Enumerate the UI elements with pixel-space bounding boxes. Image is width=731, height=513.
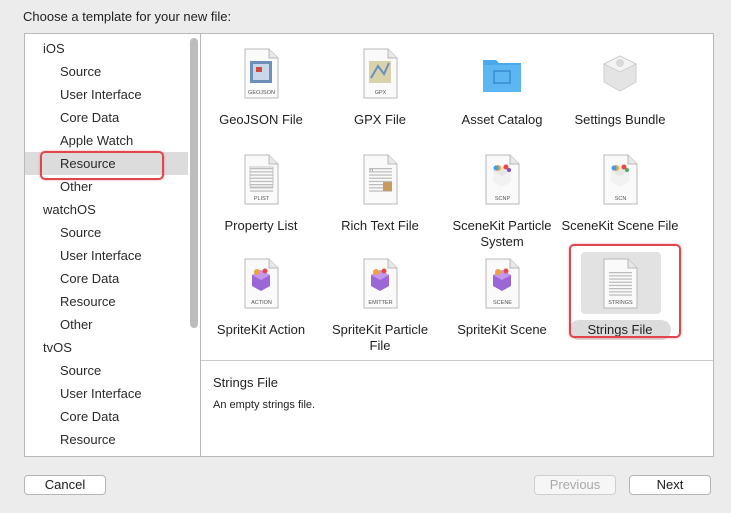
previous-button[interactable]: Previous	[534, 475, 616, 495]
spritekit-action-icon: ACTION	[241, 258, 281, 310]
folder-icon	[482, 48, 522, 100]
template-label: GeoJSON File	[219, 112, 303, 127]
sidebar-item-label: Other	[60, 179, 93, 194]
sidebar-item[interactable]: Source	[25, 60, 188, 83]
sidebar-item-label: Resource	[60, 432, 116, 447]
sidebar-item[interactable]: Apple Watch	[25, 129, 188, 152]
detail-description: An empty strings file.	[213, 399, 316, 411]
sidebar-item-label: watchOS	[43, 202, 96, 217]
icon-badge-text: PLIST	[254, 196, 270, 202]
template-tile[interactable]: H Rich Text File	[321, 148, 439, 248]
icon-badge-text: SCENE	[493, 300, 512, 306]
sidebar-item-label: iOS	[43, 41, 65, 56]
next-button[interactable]: Next	[629, 475, 711, 495]
sidebar-category: iOS	[25, 37, 188, 60]
sidebar-item[interactable]: Source	[25, 359, 188, 382]
spritekit-particle-icon: EMITTER	[360, 258, 400, 310]
icon-badge-text: SCNP	[495, 196, 511, 202]
sidebar-item[interactable]: Source	[25, 221, 188, 244]
icon-badge-text: GEOJSON	[248, 90, 275, 96]
sidebar-item-label: Core Data	[60, 110, 120, 125]
sidebar-item-label: tvOS	[43, 340, 72, 355]
template-tile[interactable]: GEOJSON GeoJSON File	[202, 42, 320, 142]
sidebar-item[interactable]: Other	[25, 313, 188, 336]
sidebar-item[interactable]: Core Data	[25, 106, 188, 129]
icon-badge-text: ACTION	[251, 300, 272, 306]
dialog-title: Choose a template for your new file:	[23, 9, 232, 24]
sidebar-item[interactable]: Resource	[25, 428, 188, 451]
template-label: Property List	[224, 218, 298, 233]
template-label: SpriteKit Action	[216, 322, 306, 337]
sidebar-item-label: Resource	[60, 294, 116, 309]
gpx-file-icon: GPX	[360, 48, 400, 100]
scenekit-particle-icon: SCNP	[482, 154, 522, 206]
template-tile[interactable]: SCENE SpriteKit Scene	[443, 252, 561, 352]
sidebar-item-label: Core Data	[60, 409, 120, 424]
detail-title: Strings File	[213, 375, 279, 390]
sidebar-item-label: User Interface	[60, 386, 142, 401]
sidebar-item[interactable]: Resource	[25, 290, 188, 313]
sidebar-category: watchOS	[25, 198, 188, 221]
template-tile[interactable]: ACTION SpriteKit Action	[202, 252, 320, 352]
template-label: Rich Text File	[341, 218, 419, 233]
template-label: GPX File	[353, 112, 406, 127]
template-tile[interactable]: EMITTER SpriteKit Particle File	[321, 252, 439, 353]
template-tile[interactable]: Asset Catalog	[443, 42, 561, 142]
sidebar-category: tvOS	[25, 336, 188, 359]
template-sidebar: Resource Core Data User Interface Source tvO…	[24, 33, 200, 457]
scenekit-scene-icon: SCN	[600, 154, 640, 206]
template-label: Asset Catalog	[461, 112, 543, 127]
template-label: SpriteKit Particle File	[331, 322, 429, 353]
sidebar-item[interactable]: User Interface	[25, 83, 188, 106]
sidebar-item[interactable]: User Interface	[25, 244, 188, 267]
sidebar-item-label: Apple Watch	[60, 133, 134, 148]
rich-text-file-icon: H	[360, 154, 400, 206]
sidebar-item[interactable]: Core Data	[25, 267, 188, 290]
sidebar-item-label: User Interface	[60, 87, 142, 102]
template-selection-highlight	[569, 244, 681, 338]
plist-file-icon: PLIST	[241, 154, 281, 206]
panel-divider	[201, 360, 713, 361]
template-tile[interactable]: SCNP SceneKit Particle System	[443, 148, 561, 249]
sidebar-item[interactable]: Core Data	[25, 405, 188, 428]
sidebar-item-label: User Interface	[60, 248, 142, 263]
sidebar-item-label: Other	[60, 317, 93, 332]
template-label: SceneKit Scene File	[561, 218, 679, 233]
icon-badge-text: SCN	[615, 196, 627, 202]
template-tile[interactable]: GPX GPX File	[321, 42, 439, 142]
template-tile[interactable]: SCN SceneKit Scene File	[561, 148, 679, 248]
template-tile[interactable]: Settings Bundle	[561, 42, 679, 142]
sidebar-item-label: Source	[60, 363, 102, 378]
cancel-button[interactable]: Cancel	[24, 475, 106, 495]
settings-bundle-icon	[600, 48, 640, 100]
icon-badge-text: EMITTER	[368, 300, 392, 306]
sidebar-scrollbar[interactable]	[190, 38, 198, 328]
sidebar-item[interactable]: User Interface	[25, 382, 188, 405]
template-label: SceneKit Particle System	[452, 218, 552, 249]
template-label: Settings Bundle	[574, 112, 666, 127]
spritekit-scene-icon: SCENE	[482, 258, 522, 310]
template-tile[interactable]: PLIST Property List	[202, 148, 320, 248]
geojson-file-icon: GEOJSON	[241, 48, 281, 100]
template-label: SpriteKit Scene	[457, 322, 547, 337]
sidebar-item-label: Source	[60, 225, 102, 240]
sidebar-item-label: Core Data	[60, 271, 120, 286]
icon-badge-text: GPX	[375, 90, 387, 96]
sidebar-item-label: Source	[60, 64, 102, 79]
sidebar-selection-highlight	[40, 151, 164, 180]
